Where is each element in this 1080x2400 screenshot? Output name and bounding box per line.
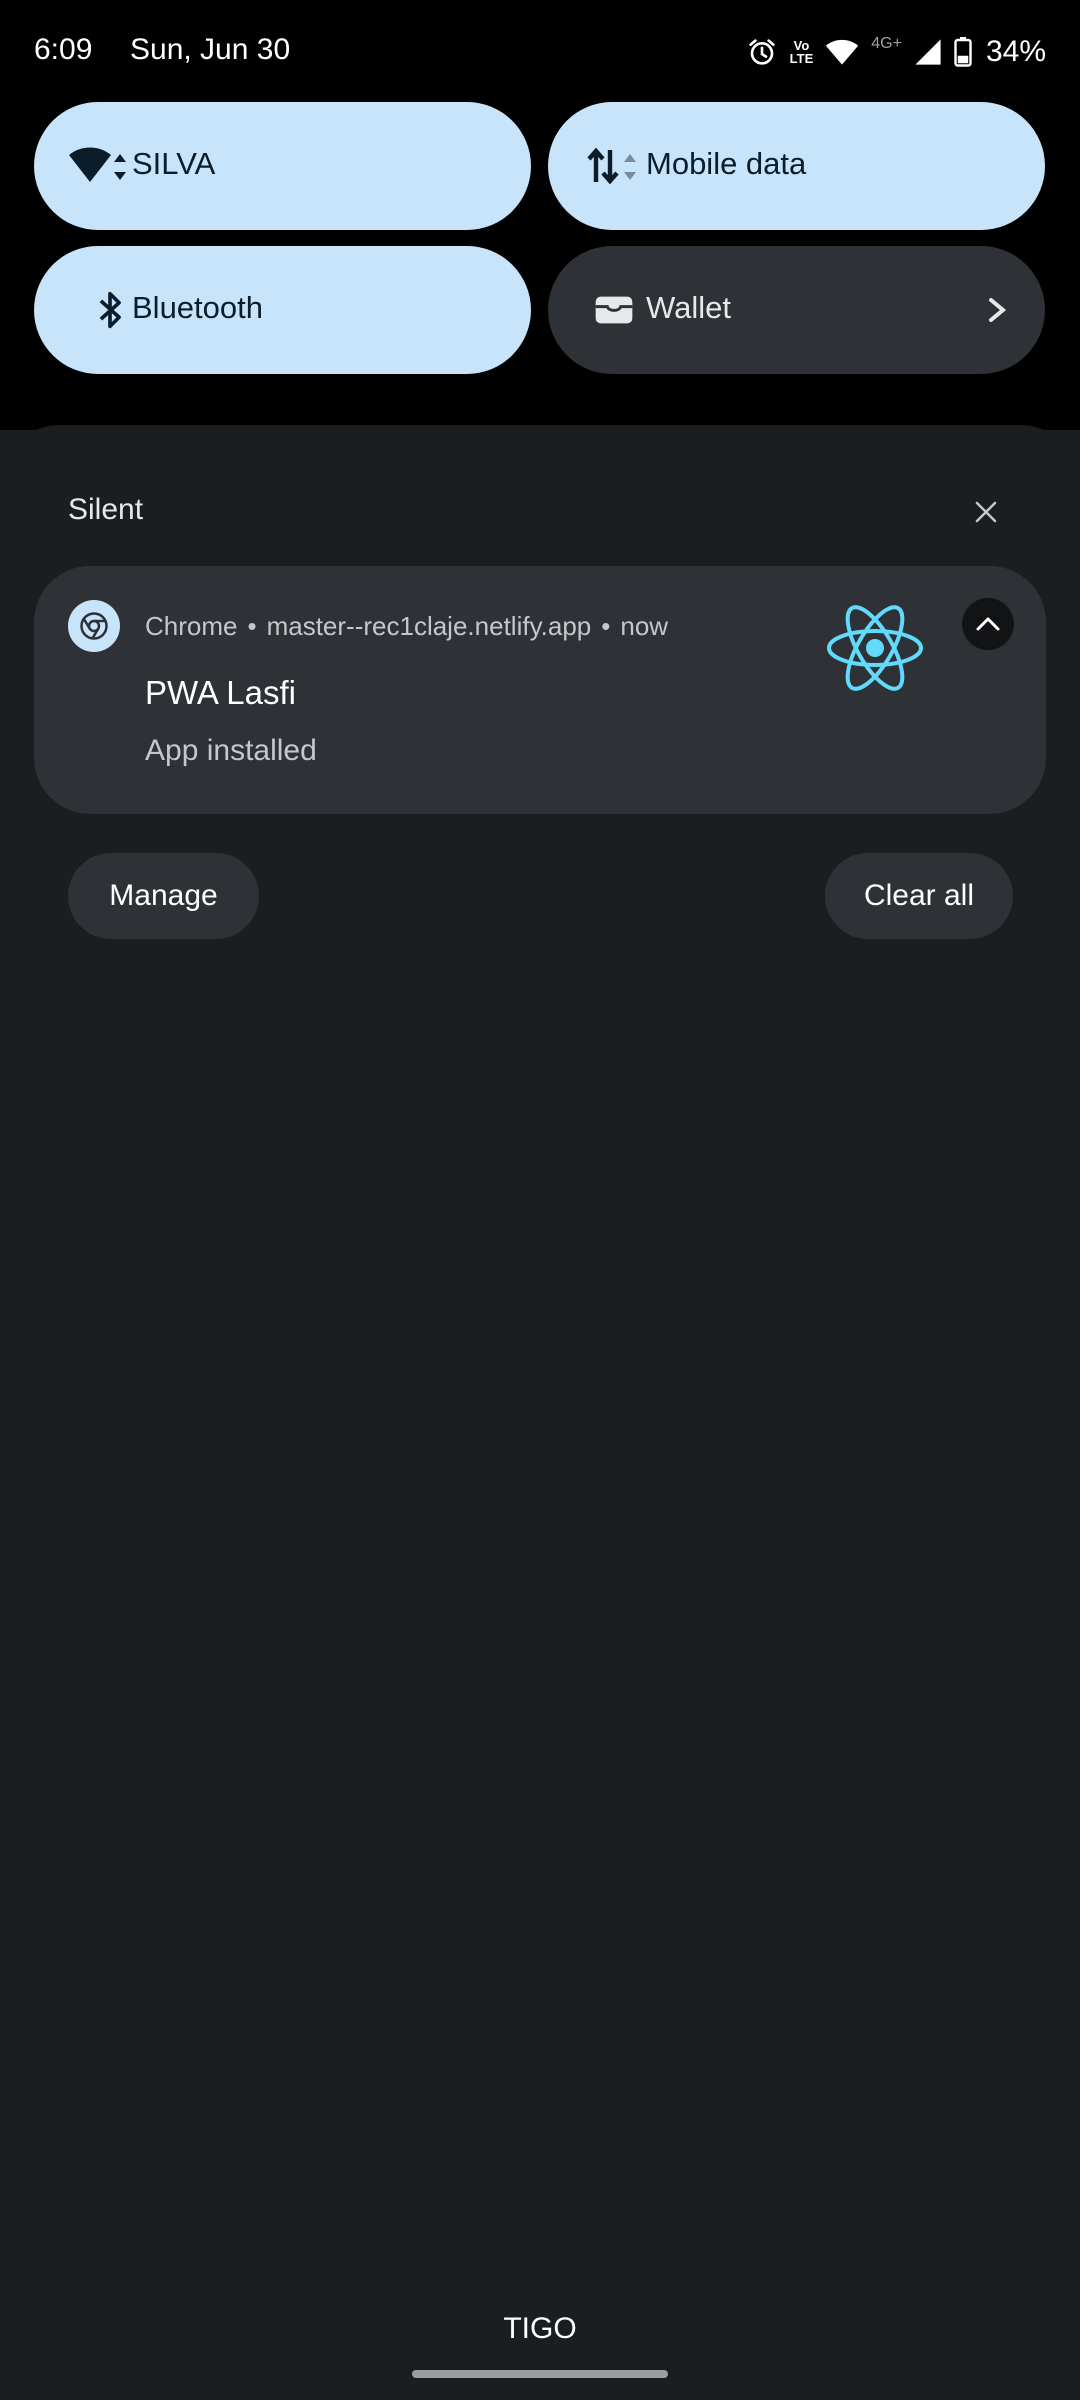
notification-app-name: Chrome bbox=[145, 611, 238, 641]
manage-button[interactable]: Manage bbox=[68, 853, 259, 939]
network-type: 4G+ bbox=[871, 35, 902, 52]
section-label-silent: Silent bbox=[68, 493, 144, 526]
volte-label-bottom: LTE bbox=[789, 51, 814, 66]
chrome-icon bbox=[68, 600, 120, 652]
tile-wifi[interactable]: SILVA bbox=[34, 102, 531, 230]
notification-title: PWA Lasfi bbox=[145, 674, 296, 711]
tile-mobile-data-label: Mobile data bbox=[646, 146, 807, 181]
collapse-button[interactable] bbox=[962, 598, 1014, 650]
chevron-right-icon bbox=[987, 290, 1007, 335]
notification-card[interactable]: Chrome • master--rec1claje.netlify.app • now… bbox=[34, 566, 1046, 814]
cellular-signal-icon bbox=[914, 38, 942, 66]
chevron-up-icon bbox=[976, 617, 1000, 631]
mobile-data-icon bbox=[584, 136, 644, 196]
notification-text: App installed bbox=[145, 734, 317, 767]
bluetooth-icon bbox=[90, 280, 130, 340]
tile-mobile-data[interactable]: Mobile data bbox=[548, 102, 1045, 230]
volte-icon: Vo LTE bbox=[790, 39, 814, 65]
tile-wifi-label: SILVA bbox=[132, 146, 216, 181]
alarm-icon bbox=[746, 36, 778, 68]
wifi-icon bbox=[68, 136, 128, 196]
battery-icon bbox=[954, 37, 972, 67]
tile-wallet-label: Wallet bbox=[646, 290, 731, 325]
close-icon[interactable] bbox=[968, 494, 1004, 530]
status-icons: Vo LTE 4G+ 34% bbox=[746, 30, 1046, 74]
wifi-icon bbox=[825, 38, 859, 66]
status-bar: 6:09 Sun, Jun 30 Vo LTE 4G+ 34% bbox=[0, 0, 1080, 104]
tile-bluetooth-label: Bluetooth bbox=[132, 290, 263, 325]
status-time: 6:09 bbox=[34, 33, 93, 66]
carrier-label: TIGO bbox=[503, 2312, 577, 2345]
clear-all-button[interactable]: Clear all bbox=[825, 853, 1013, 939]
notification-time: now bbox=[620, 611, 669, 641]
wallet-icon bbox=[584, 280, 644, 340]
tile-wallet[interactable]: Wallet bbox=[548, 246, 1045, 374]
4g-plus-icon: 4G+ bbox=[871, 35, 902, 61]
status-date: Sun, Jun 30 bbox=[130, 33, 291, 66]
notification-header: Chrome • master--rec1claje.netlify.app • now bbox=[145, 611, 669, 641]
battery-level: 34% bbox=[985, 35, 1046, 68]
tile-bluetooth[interactable]: Bluetooth bbox=[34, 246, 531, 374]
navigation-handle[interactable] bbox=[412, 2370, 668, 2378]
react-logo-icon bbox=[824, 602, 926, 694]
notification-origin: master--rec1claje.netlify.app bbox=[266, 611, 592, 641]
